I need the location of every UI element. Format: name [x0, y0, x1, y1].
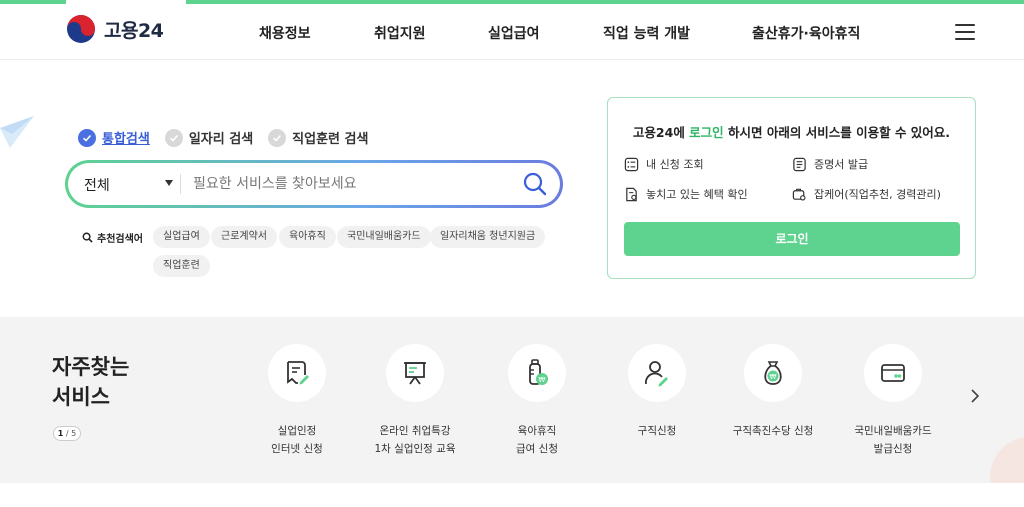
site-header: 고용24 채용정보 취업지원 실업급여 직업 능력 개발 출산휴가·육아휴직 — [0, 4, 1024, 60]
service-icon-circle: ₩ — [744, 344, 802, 402]
page-indicator: 1 / 5 — [53, 426, 81, 441]
login-message: 고용24에 로그인 하시면 아래의 서비스를 이용할 수 있어요. — [608, 122, 975, 141]
search-bar: 전체 — [65, 160, 563, 208]
service-name-line: 발급신청 — [873, 443, 913, 455]
service-item-online-lecture[interactable]: 온라인 취업특강 1차 실업인정 교육 — [355, 344, 475, 458]
menu-icon[interactable] — [955, 24, 975, 40]
service-item-parental-leave-benefit[interactable]: ₩ 육아휴직 급여 신청 — [477, 344, 597, 458]
nav-item-unemployment-benefits[interactable]: 실업급여 — [488, 23, 540, 43]
service-label: 내 신청 조회 — [646, 158, 704, 171]
page-total: / 5 — [65, 429, 77, 438]
search-scope-select[interactable]: 전체 — [84, 175, 110, 195]
taegeuk-logo-icon — [67, 15, 95, 43]
tab-training-search[interactable]: 직업훈련 검색 — [268, 128, 368, 147]
tab-integrated-search[interactable]: 통합검색 — [78, 128, 150, 147]
caret-down-icon[interactable] — [165, 180, 173, 186]
tab-label: 통합검색 — [102, 132, 150, 147]
tab-label: 일자리 검색 — [188, 132, 254, 147]
service-my-applications[interactable]: 내 신청 조회 — [624, 156, 704, 172]
page-footer-space — [0, 483, 1024, 507]
service-icon-circle — [628, 344, 686, 402]
search-tabs: 통합검색 일자리 검색 직업훈련 검색 — [78, 128, 368, 147]
frequent-services-title: 자주찾는 서비스 — [52, 352, 129, 412]
svg-text:₩: ₩ — [539, 376, 546, 384]
baby-bottle-won-icon: ₩ — [529, 359, 548, 385]
service-missed-benefits[interactable]: 놓치고 있는 혜택 확인 — [624, 186, 748, 202]
service-icon-circle — [386, 344, 444, 402]
login-message-highlight: 로그인 — [689, 125, 724, 140]
nav-item-vocational-training[interactable]: 직업 능력 개발 — [603, 23, 690, 43]
service-name-line: 구직촉진수당 신청 — [732, 425, 814, 437]
recommended-keywords-label: 추천검색어 — [82, 230, 143, 245]
check-circle-icon — [268, 128, 287, 147]
check-circle-icon — [78, 128, 96, 147]
service-jobcare[interactable]: 잡케어(직업추천, 경력관리) — [792, 186, 941, 202]
service-name-line: 인터넷 신청 — [271, 443, 323, 455]
title-line: 자주찾는 — [52, 355, 130, 379]
keyword-chip[interactable]: 근로계약서 — [211, 226, 277, 248]
nav-item-parental-leave[interactable]: 출산휴가·육아휴직 — [752, 23, 860, 43]
login-message-prefix: 고용24에 — [632, 125, 690, 140]
chevron-right-icon[interactable] — [968, 387, 982, 405]
service-icon-circle — [268, 344, 326, 402]
service-icon-circle: ₩ — [508, 344, 566, 402]
document-search-icon — [626, 187, 637, 201]
login-card: 고용24에 로그인 하시면 아래의 서비스를 이용할 수 있어요. 내 신청 조… — [607, 97, 976, 279]
service-item-unemployment-certification[interactable]: 실업인정 인터넷 신청 — [237, 344, 357, 458]
login-button[interactable]: 로그인 — [624, 222, 960, 256]
nav-item-jobs[interactable]: 채용정보 — [259, 23, 311, 43]
brand-logo[interactable]: 고용24 — [66, 14, 164, 44]
briefcase-search-icon — [792, 188, 806, 200]
card-icon — [881, 364, 905, 382]
service-label: 증명서 발급 — [814, 158, 869, 171]
certificate-icon — [793, 157, 806, 171]
keyword-chip[interactable]: 직업훈련 — [153, 255, 210, 277]
svg-text:₩: ₩ — [770, 373, 777, 381]
search-icon[interactable] — [522, 171, 548, 197]
service-name-line: 급여 신청 — [516, 443, 558, 455]
keyword-chip[interactable]: 실업급여 — [153, 226, 210, 248]
paper-plane-decoration-icon — [0, 116, 34, 148]
title-line: 서비스 — [52, 385, 110, 409]
service-name-line: 1차 실업인정 교육 — [374, 443, 456, 455]
checklist-icon — [624, 157, 639, 171]
divider — [180, 174, 181, 194]
presentation-board-icon — [404, 362, 426, 385]
service-label: 잡케어(직업추천, 경력관리) — [814, 188, 941, 201]
service-name-line: 육아휴직 — [517, 425, 557, 437]
document-pen-icon — [287, 361, 309, 385]
search-input[interactable] — [193, 171, 513, 197]
page-current: 1 — [57, 429, 64, 438]
frequent-services-section: 자주찾는 서비스 1 / 5 실업인정 인터넷 신청 온라인 취업특강 1차 실… — [0, 317, 1024, 483]
service-item-training-card[interactable]: 국민내일배움카드 발급신청 — [833, 344, 953, 458]
keyword-chip[interactable]: 육아휴직 — [279, 226, 336, 248]
service-label: 놓치고 있는 혜택 확인 — [646, 188, 748, 201]
service-name-line: 온라인 취업특강 — [379, 425, 451, 437]
tab-label: 직업훈련 검색 — [292, 132, 369, 147]
money-bag-won-icon: ₩ — [764, 361, 782, 385]
service-item-job-seeking-allowance[interactable]: ₩ 구직촉진수당 신청 — [713, 344, 833, 440]
service-name-line: 국민내일배움카드 — [854, 425, 932, 437]
decorative-circle — [990, 437, 1024, 483]
search-icon — [82, 232, 93, 243]
service-icon-circle — [864, 344, 922, 402]
person-pen-icon — [645, 361, 668, 387]
nav-item-employment-support[interactable]: 취업지원 — [374, 23, 426, 43]
check-circle-icon — [164, 128, 183, 147]
tab-job-search[interactable]: 일자리 검색 — [164, 128, 254, 147]
service-certificate[interactable]: 증명서 발급 — [792, 156, 868, 172]
keyword-chip[interactable]: 국민내일배움카드 — [337, 226, 431, 248]
recommended-label-text: 추천검색어 — [97, 234, 143, 245]
keyword-chip[interactable]: 일자리채움 청년지원금 — [430, 226, 546, 248]
brand-name: 고용24 — [104, 19, 164, 42]
service-name-line: 실업인정 — [277, 425, 317, 437]
service-item-job-application[interactable]: 구직신청 — [597, 344, 717, 440]
service-name-line: 구직신청 — [637, 425, 677, 437]
login-message-suffix: 하시면 아래의 서비스를 이용할 수 있어요. — [723, 125, 951, 140]
